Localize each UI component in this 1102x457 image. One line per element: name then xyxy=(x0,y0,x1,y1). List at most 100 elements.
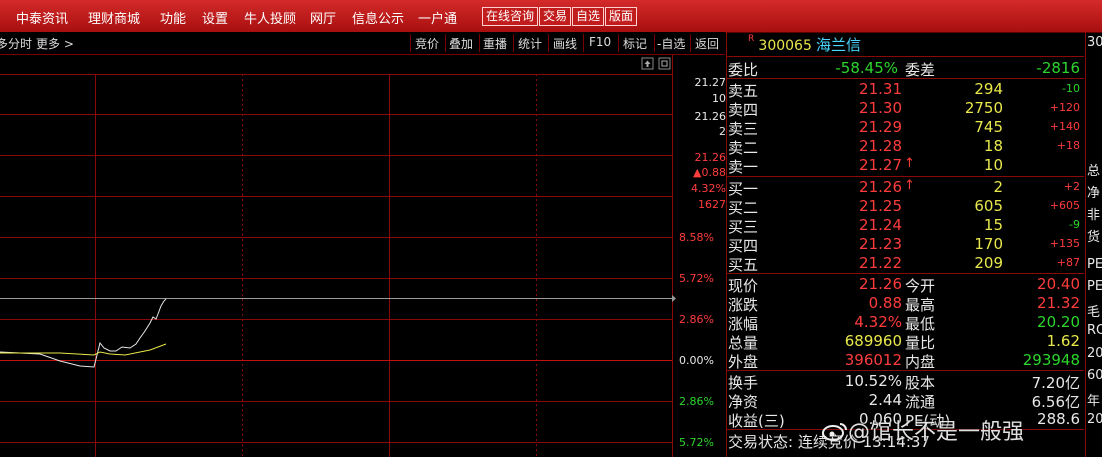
far-right-text: 货 xyxy=(1087,230,1101,245)
price-line xyxy=(0,298,167,368)
intraday-chart-svg xyxy=(0,55,676,457)
bid-row[interactable]: 买五 21.22 209 +87 xyxy=(728,254,1084,274)
ask-row[interactable]: 卖三 21.29 745 +140 xyxy=(728,118,1084,138)
axis-ask-price: 21.27 xyxy=(676,76,727,89)
trade-button[interactable]: 交易 xyxy=(539,7,572,26)
ask-volume: 294 xyxy=(974,80,1003,98)
remove-watchlist-button[interactable]: -自选 xyxy=(657,35,685,52)
ask-price: 21.28 xyxy=(859,137,902,155)
quote-value: 20.20 xyxy=(1037,313,1080,331)
margin-flag: R xyxy=(748,34,755,44)
more-menu[interactable]: 更多 > xyxy=(36,35,74,52)
ask-change: +140 xyxy=(1049,120,1080,133)
divider xyxy=(479,34,480,52)
axis-pct-value: 2.86% xyxy=(679,313,714,326)
axis-pct-value: 0.00% xyxy=(679,354,714,367)
quote-label: 涨跌 xyxy=(728,296,759,314)
bid-price: 21.24 xyxy=(859,216,902,234)
axis-last-price-value: 21.26 xyxy=(694,151,727,164)
chevron-right-icon: > xyxy=(63,37,74,51)
menu-advisors[interactable]: 牛人投顾 xyxy=(244,8,296,27)
layout-button[interactable]: 版面 xyxy=(605,7,638,26)
up-arrow-icon: ↑ xyxy=(904,178,915,193)
quote-label: 现价 xyxy=(728,277,759,295)
quote-label: 最高 xyxy=(905,296,936,314)
bid-volume: 15 xyxy=(983,216,1003,234)
replay-button[interactable]: 重播 xyxy=(483,35,507,52)
draw-line-button[interactable]: 画线 xyxy=(553,35,577,52)
intraday-chart[interactable]: 21.27 10 21.26 2 21.26 ▲0.88 4.32% 1627 … xyxy=(0,55,727,457)
f10-button[interactable]: F10 xyxy=(589,35,611,49)
ask-level-label: 卖三 xyxy=(728,120,759,138)
quote-label: 内盘 xyxy=(905,353,936,371)
bid-row[interactable]: 买三 21.24 15 -9 xyxy=(728,216,1084,236)
bid-price: 21.23 xyxy=(859,235,902,253)
menu-functions[interactable]: 功能 xyxy=(160,8,186,27)
ask-level-label: 卖五 xyxy=(728,82,759,100)
statistics-button[interactable]: 统计 xyxy=(518,35,542,52)
divider xyxy=(513,34,514,52)
ask-price: 21.29 xyxy=(859,118,902,136)
back-button[interactable]: 返回 xyxy=(695,35,719,52)
far-right-text: PE xyxy=(1087,279,1102,294)
menu-wealth-mall[interactable]: 理财商城 xyxy=(88,8,140,27)
ask-volume: 2750 xyxy=(964,99,1003,117)
menu-online-hall[interactable]: 网厅 xyxy=(310,8,336,27)
ask-price: 21.31 xyxy=(859,80,902,98)
overlay-button[interactable]: 叠加 xyxy=(449,35,473,52)
more-label: 更多 xyxy=(36,37,61,51)
axis-pct-value: 5.72% xyxy=(679,436,714,449)
far-right-text: 20 xyxy=(1087,412,1102,427)
far-right-panel: 30 总 净 非 货 PE PE 毛 RO 20 60 年 20 xyxy=(1085,32,1102,457)
bid-change: +2 xyxy=(1063,180,1080,193)
average-line xyxy=(0,343,167,356)
bid-change: +135 xyxy=(1049,237,1080,250)
fundamental-value: 7.20亿 xyxy=(1031,374,1080,392)
bid-volume: 605 xyxy=(974,197,1003,215)
order-ratio-label: 委比 xyxy=(728,61,759,79)
divider xyxy=(727,370,1084,371)
menu-one-account[interactable]: 一户通 xyxy=(418,8,457,27)
quote-label: 外盘 xyxy=(728,353,759,371)
bid-level-label: 买一 xyxy=(728,180,759,198)
fundamental-row: 净资 2.44 流通 6.56亿 xyxy=(728,391,1084,411)
ask-row[interactable]: 卖五 21.31 294 -10 xyxy=(728,80,1084,100)
axis-change-pct-value: 4.32% xyxy=(691,182,726,195)
fundamental-label: 换手 xyxy=(728,374,759,392)
multi-period-tab[interactable]: 多分时 xyxy=(0,35,32,52)
order-ratio-value: -58.45% xyxy=(835,59,898,77)
ask-volume: 745 xyxy=(974,118,1003,136)
bid-volume: 170 xyxy=(974,235,1003,253)
fundamental-row: 换手 10.52% 股本 7.20亿 xyxy=(728,372,1084,392)
bid-row[interactable]: 买二 21.25 605 +605 xyxy=(728,197,1084,217)
ask-row[interactable]: 卖二 21.28 18 +18 xyxy=(728,137,1084,157)
divider xyxy=(583,34,584,52)
quote-row: 涨幅 4.32% 最低 20.20 xyxy=(728,313,1084,333)
bid-row[interactable]: 买一 21.26 ↑ 2 +2 xyxy=(728,178,1084,198)
expand-icon xyxy=(658,57,671,70)
watchlist-button[interactable]: 自选 xyxy=(572,7,605,26)
axis-pct-value: 8.58% xyxy=(679,231,714,244)
bid-row[interactable]: 买四 21.23 170 +135 xyxy=(728,235,1084,255)
menu-zhongtai-news[interactable]: 中泰资讯 xyxy=(16,8,68,27)
ask-change: +120 xyxy=(1049,101,1080,114)
online-consult-button[interactable]: 在线咨询 xyxy=(482,7,539,26)
up-arrow-icon: ↑ xyxy=(904,156,915,171)
auction-button[interactable]: 竞价 xyxy=(415,35,439,52)
ask-row[interactable]: 卖四 21.30 2750 +120 xyxy=(728,99,1084,119)
ask-row[interactable]: 卖一 21.27 ↑ 10 xyxy=(728,156,1084,176)
upload-icon xyxy=(641,57,654,70)
stock-header[interactable]: R 300065 海兰信 xyxy=(748,34,861,54)
mark-button[interactable]: 标记 xyxy=(623,35,647,52)
menu-settings[interactable]: 设置 xyxy=(202,8,228,27)
divider xyxy=(618,34,619,52)
weibo-watermark: @馆长不是一般强 xyxy=(822,414,1024,446)
weibo-logo-icon xyxy=(822,421,848,441)
quote-value: 21.26 xyxy=(859,275,902,293)
quote-value: 689960 xyxy=(844,332,902,350)
stock-code: 300065 xyxy=(758,38,812,54)
quote-row: 涨跌 0.88 最高 21.32 xyxy=(728,294,1084,314)
menu-disclosure[interactable]: 信息公示 xyxy=(352,8,404,27)
fundamental-label: 净资 xyxy=(728,393,759,411)
chart-grid xyxy=(0,55,673,457)
